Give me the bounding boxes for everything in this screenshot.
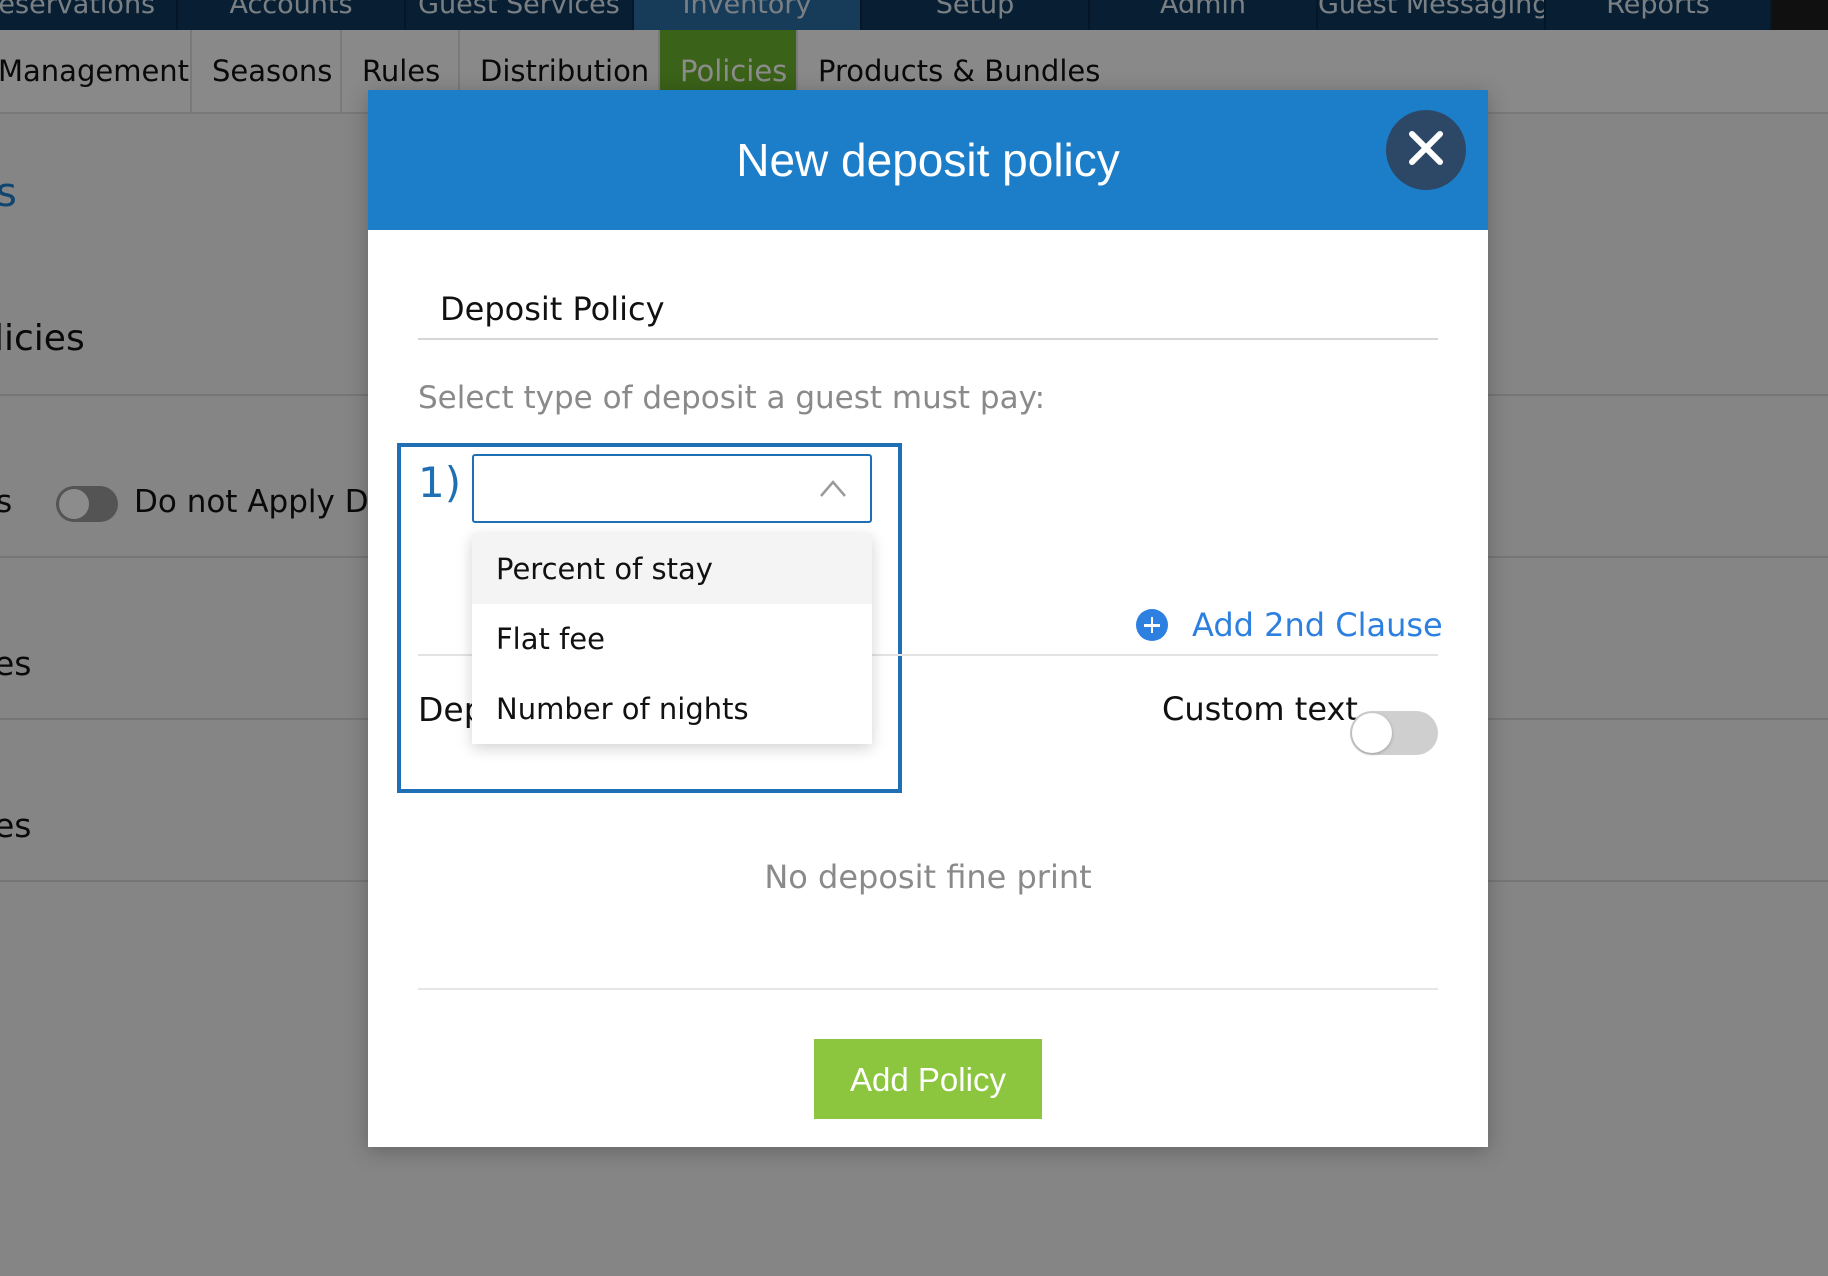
modal-header: New deposit policy: [368, 90, 1488, 230]
custom-text-toggle[interactable]: [1350, 711, 1438, 755]
option-number-of-nights[interactable]: Number of nights: [472, 674, 872, 744]
modal-title: New deposit policy: [736, 134, 1120, 186]
option-percent-of-stay[interactable]: Percent of stay: [472, 534, 872, 604]
close-button[interactable]: [1386, 110, 1466, 190]
deposit-type-select[interactable]: [472, 454, 872, 523]
custom-text-label: Custom text: [1162, 690, 1358, 728]
chevron-up-icon: [818, 474, 848, 508]
add-policy-button[interactable]: Add Policy: [814, 1039, 1042, 1119]
toggle-knob: [1352, 713, 1392, 753]
plus-circle-icon: [1136, 609, 1168, 641]
policy-name-field[interactable]: Deposit Policy: [418, 280, 1438, 340]
deposit-type-dropdown: Percent of stay Flat fee Number of night…: [472, 534, 872, 744]
add-2nd-clause-label: Add 2nd Clause: [1192, 606, 1443, 644]
clause-number: 1): [418, 458, 462, 507]
close-icon: [1407, 129, 1445, 171]
divider: [418, 988, 1438, 990]
deposit-type-prompt: Select type of deposit a guest must pay:: [418, 380, 1046, 416]
add-2nd-clause-button[interactable]: Add 2nd Clause: [1136, 600, 1443, 650]
new-deposit-policy-modal: New deposit policy Deposit Policy Select…: [368, 90, 1488, 1147]
option-flat-fee[interactable]: Flat fee: [472, 604, 872, 674]
fine-print-text: No deposit fine print: [764, 858, 1092, 896]
policy-name-value: Deposit Policy: [440, 290, 665, 328]
